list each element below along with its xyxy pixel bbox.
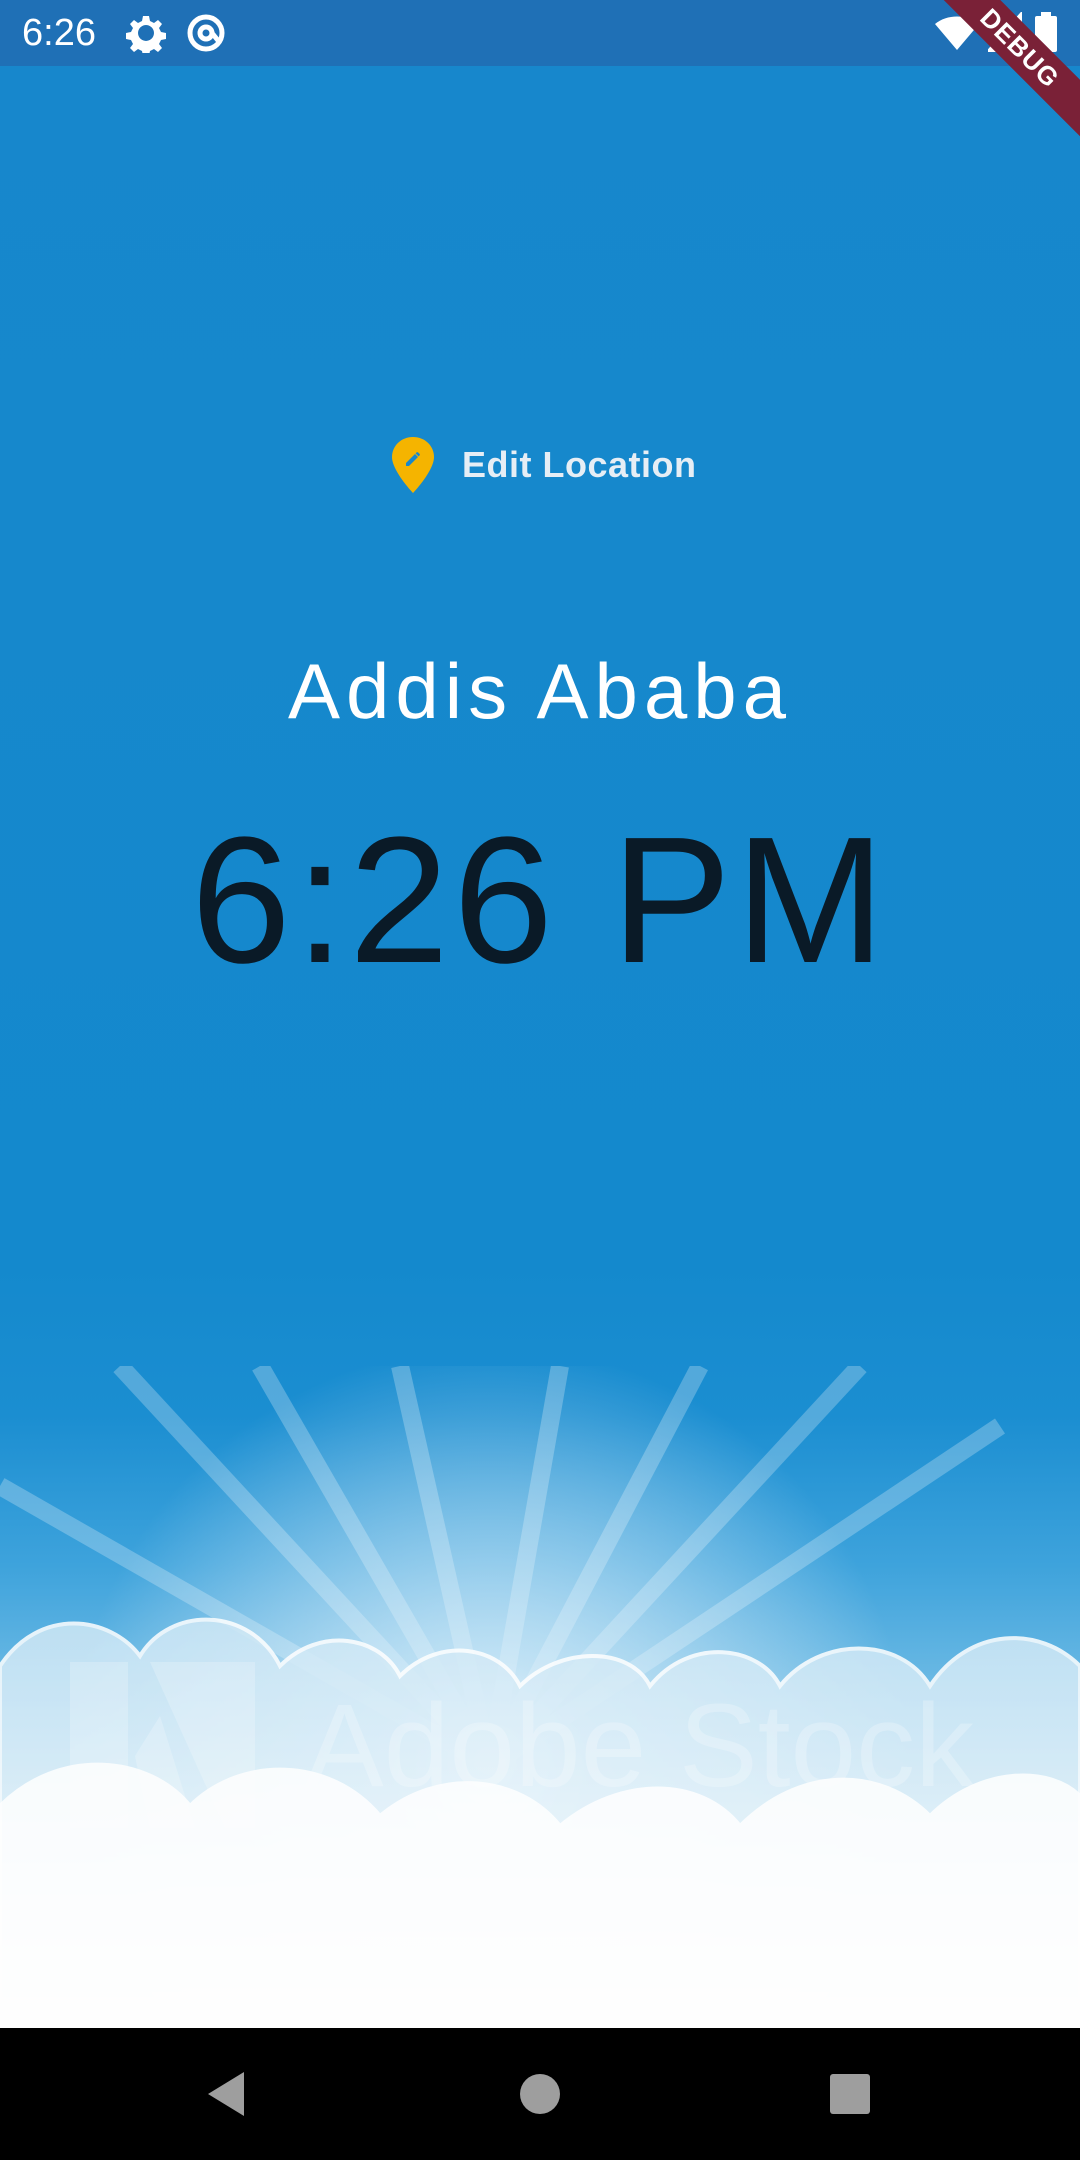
- home-icon: [520, 2074, 560, 2114]
- edit-location-label: Edit Location: [462, 444, 697, 485]
- back-button[interactable]: [196, 2064, 256, 2124]
- current-time: 6:26 PM: [190, 800, 890, 1001]
- status-bar: 6:26: [0, 0, 1080, 66]
- status-time: 6:26: [22, 12, 96, 54]
- app-background: Adobe Stock Edit Location Addis Ababa 6:…: [0, 66, 1080, 2028]
- sky-clouds-image: Adobe Stock: [0, 1366, 1080, 2028]
- phone-screen: Adobe Stock Edit Location Addis Ababa 6:…: [0, 0, 1080, 2160]
- back-icon: [208, 2072, 244, 2116]
- home-button[interactable]: [510, 2064, 570, 2124]
- watermark-text: Adobe Stock: [305, 1680, 975, 1812]
- edit-location-button[interactable]: Edit Location: [390, 430, 697, 500]
- at-sign-icon: [187, 14, 225, 52]
- recents-icon: [830, 2074, 870, 2114]
- navigation-bar: [0, 2028, 1080, 2160]
- edit-location-pin-icon: [392, 437, 434, 493]
- recents-button[interactable]: [820, 2064, 880, 2124]
- gear-icon: [126, 16, 166, 53]
- city-name: Addis Ababa: [287, 647, 793, 735]
